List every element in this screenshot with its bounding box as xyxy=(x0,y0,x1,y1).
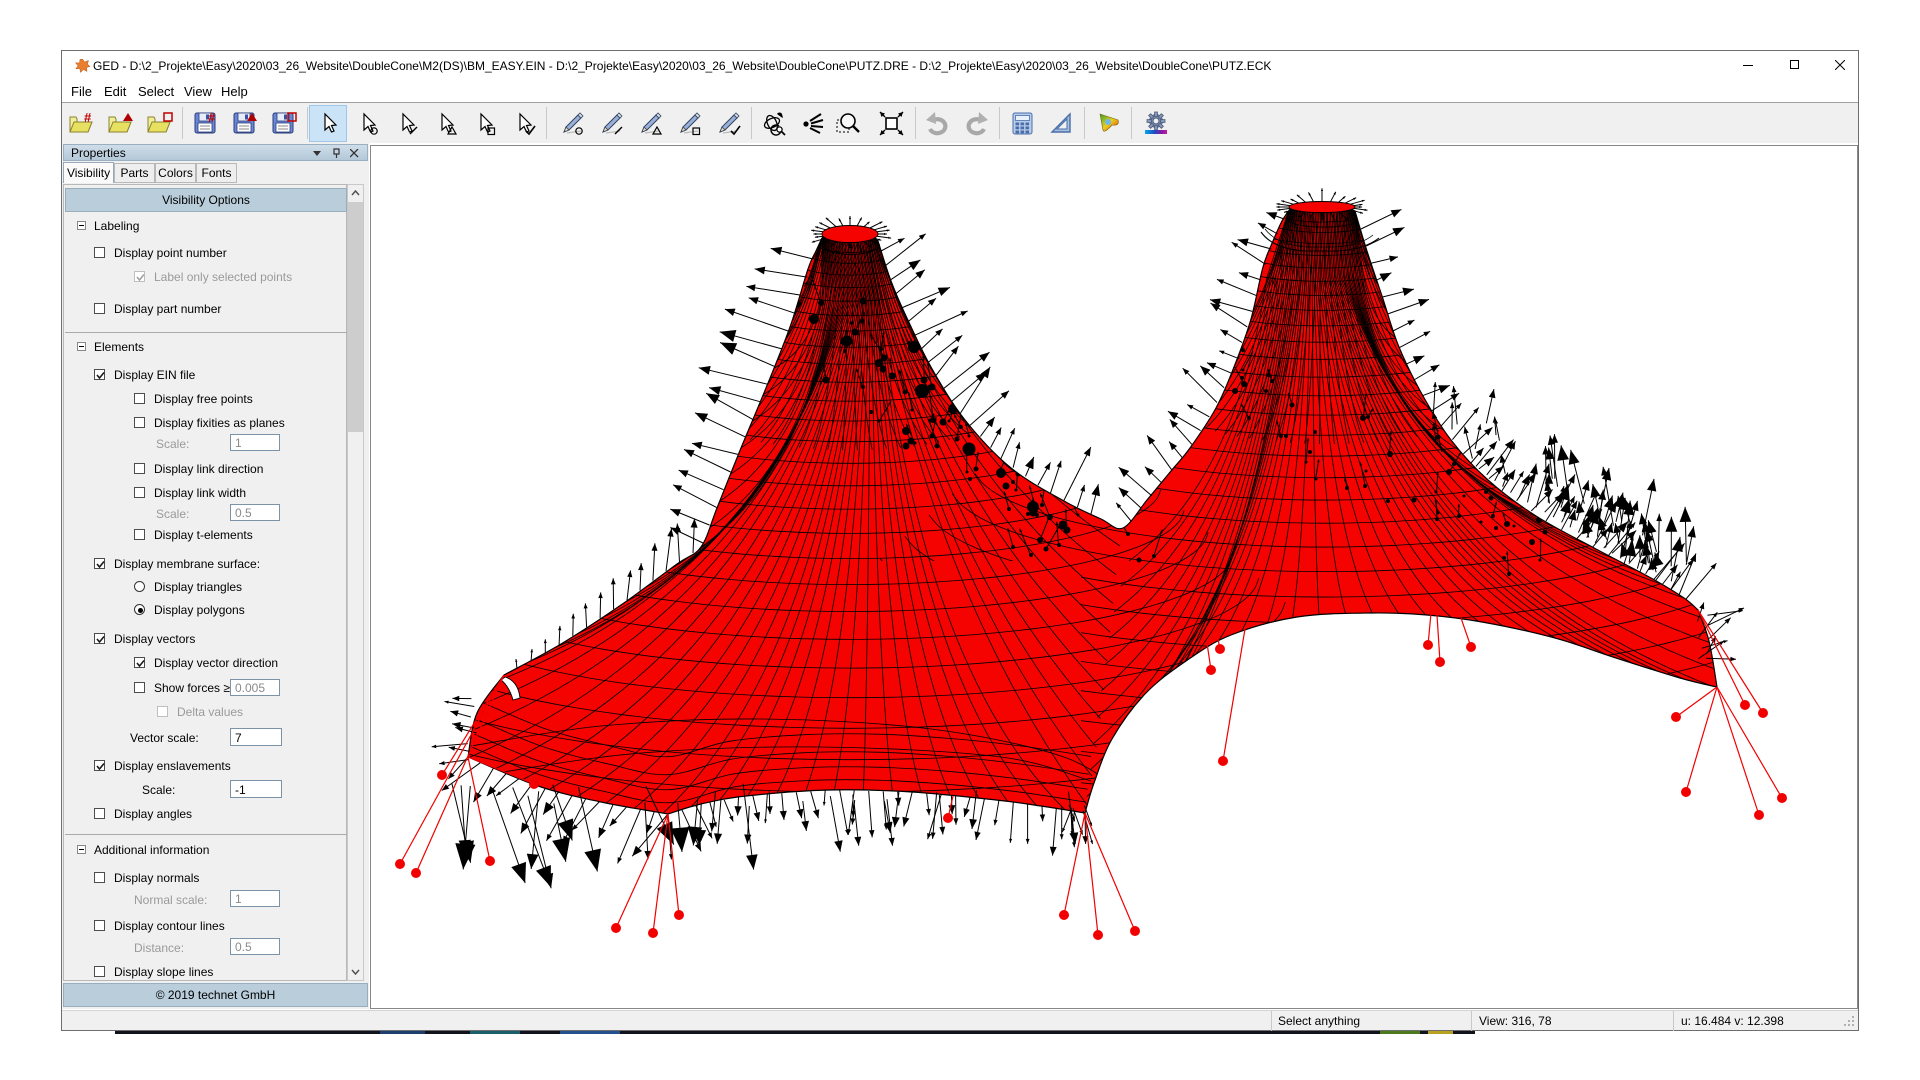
svg-text:#: # xyxy=(208,110,216,125)
svg-text:#: # xyxy=(84,110,92,125)
